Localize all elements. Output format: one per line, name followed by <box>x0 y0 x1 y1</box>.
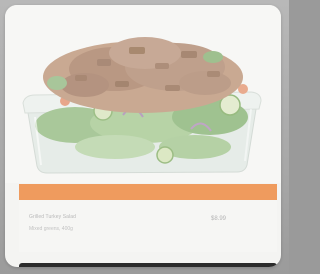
product-name: Grilled Turkey Salad <box>29 214 77 220</box>
bottom-bar <box>19 263 277 267</box>
product-info: Grilled Turkey Salad Mixed greens, 400g … <box>19 200 277 252</box>
accent-banner <box>19 184 277 200</box>
product-image[interactable] <box>5 5 281 183</box>
product-card[interactable]: Grilled Turkey Salad Mixed greens, 400g … <box>5 5 281 267</box>
product-meta: Mixed greens, 400g <box>29 226 73 232</box>
screen: Grilled Turkey Salad Mixed greens, 400g … <box>0 0 289 274</box>
product-price: $8.99 <box>211 216 227 222</box>
salad-in-container-photo <box>22 37 262 174</box>
